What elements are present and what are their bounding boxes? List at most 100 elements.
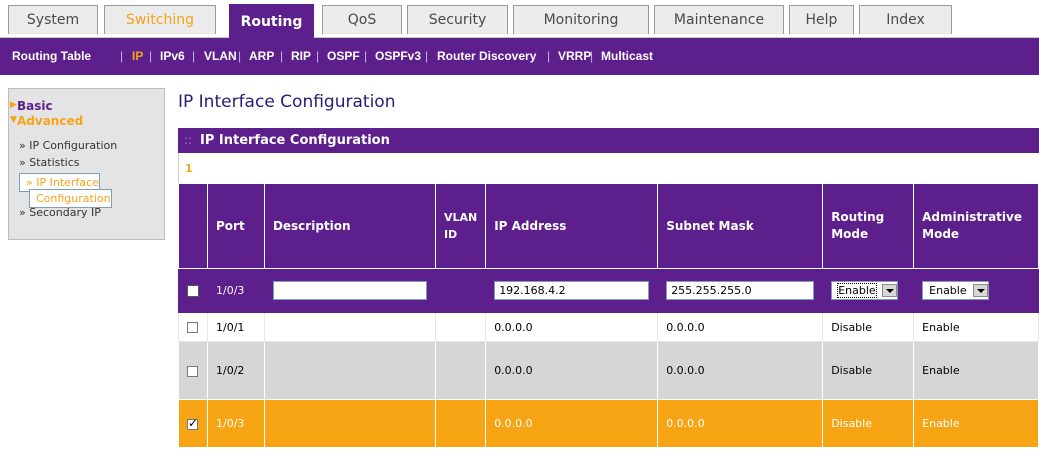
row-ip: 0.0.0.0 — [485, 399, 659, 448]
subnet-mask-input[interactable] — [666, 281, 815, 300]
row-description — [263, 312, 436, 342]
subnav-separator: | — [120, 49, 124, 63]
table-row[interactable]: 1/0/1 0.0.0.0 0.0.0.0 Disable Enable — [178, 312, 1039, 342]
dropdown-arrow-icon[interactable] — [972, 284, 988, 297]
subnav-separator: | — [192, 49, 196, 63]
edit-select-cell — [178, 268, 208, 313]
nav-secondary-ip[interactable]: » Secondary IP — [19, 206, 101, 219]
header-admin-line1: Administrative — [922, 210, 1022, 224]
subnav-ip[interactable]: IP — [132, 38, 143, 75]
header-routing-line2: Mode — [831, 227, 869, 241]
subnav-separator: | — [316, 49, 320, 63]
collapsed-marker-icon: ▶ — [10, 100, 17, 110]
header-vlan-line2: ID — [443, 228, 458, 241]
table-row-selected[interactable]: 1/0/3 0.0.0.0 0.0.0.0 Disable Enable — [178, 399, 1039, 448]
subnav-separator: | — [590, 49, 594, 63]
panel-title: IP Interface Configuration — [200, 133, 390, 148]
subnav-ospfv3[interactable]: OSPFv3 — [375, 38, 421, 75]
header-admin-line2: Mode — [922, 227, 960, 241]
description-input[interactable] — [272, 281, 427, 300]
ip-address-input[interactable] — [494, 281, 650, 300]
edit-mask-cell — [657, 268, 824, 313]
grip-icon: :: — [184, 133, 193, 147]
edit-description-cell — [263, 268, 436, 313]
subnav-router-discovery[interactable]: Router Discovery — [437, 38, 536, 75]
tab-system[interactable]: System — [8, 5, 98, 34]
subnav-vrrp[interactable]: VRRP — [558, 38, 591, 75]
row-mask: 0.0.0.0 — [657, 312, 824, 342]
tab-help[interactable]: Help — [789, 5, 854, 34]
subnav-separator: | — [364, 49, 368, 63]
sub-navigation: Routing Table | IP | IPv6 | VLAN | ARP |… — [0, 38, 1039, 75]
edit-admin-cell: Enable — [913, 268, 1039, 313]
expanded-marker-icon: ▼ — [10, 115, 17, 125]
page-title: IP Interface Configuration — [178, 92, 396, 112]
dropdown-arrow-icon[interactable] — [881, 284, 897, 297]
row-select-cell — [178, 341, 208, 400]
row-mask: 0.0.0.0 — [657, 399, 824, 448]
row-checkbox-checked[interactable] — [187, 416, 198, 430]
edit-row-checkbox[interactable] — [187, 285, 199, 297]
routing-mode-select[interactable]: Enable — [831, 281, 898, 300]
row-vlan — [434, 399, 487, 448]
subnav-separator: | — [280, 49, 284, 63]
subnav-separator: | — [238, 49, 242, 63]
tab-qos[interactable]: QoS — [322, 5, 402, 34]
row-admin-mode: Enable — [913, 312, 1039, 342]
tab-maintenance[interactable]: Maintenance — [654, 5, 784, 34]
table-row[interactable]: 1/0/2 0.0.0.0 0.0.0.0 Disable Enable — [178, 341, 1039, 400]
routing-mode-value: Enable — [837, 283, 877, 298]
header-administrative-mode: Administrative Mode — [913, 183, 1039, 269]
page-number[interactable]: 1 — [185, 162, 193, 175]
tab-monitoring[interactable]: Monitoring — [513, 5, 649, 34]
subnav-routing-table[interactable]: Routing Table — [12, 38, 91, 75]
ip-interface-table: Port Description VLAN ID IP Address Subne… — [178, 183, 1039, 448]
row-select-cell — [178, 399, 208, 448]
nav-advanced[interactable]: Advanced — [17, 114, 83, 128]
tab-index[interactable]: Index — [859, 5, 952, 34]
subnav-arp[interactable]: ARP — [249, 38, 274, 75]
row-port: 1/0/1 — [207, 312, 265, 342]
row-description — [263, 341, 436, 400]
subnav-ipv6[interactable]: IPv6 — [160, 38, 185, 75]
row-checkbox[interactable] — [187, 365, 198, 377]
row-vlan — [434, 312, 487, 342]
subnav-separator: | — [149, 49, 153, 63]
header-port: Port — [207, 183, 265, 269]
nav-statistics[interactable]: » Statistics — [19, 156, 80, 169]
subnav-rip[interactable]: RIP — [291, 38, 311, 75]
subnav-ospf[interactable]: OSPF — [327, 38, 360, 75]
edit-ip-cell — [485, 268, 659, 313]
row-vlan — [434, 341, 487, 400]
row-routing-mode: Disable — [822, 341, 915, 400]
edit-port: 1/0/3 — [207, 268, 265, 313]
subnav-separator: | — [547, 49, 551, 63]
tab-security[interactable]: Security — [407, 5, 508, 34]
header-ip-address: IP Address — [485, 183, 659, 269]
top-tabs: System Switching Routing QoS Security Mo… — [0, 0, 1039, 38]
pager: 1 — [178, 153, 1039, 183]
header-select — [178, 183, 208, 269]
header-subnet-mask: Subnet Mask — [657, 183, 824, 269]
tab-switching[interactable]: Switching — [104, 5, 216, 34]
row-checkbox[interactable] — [187, 322, 198, 333]
row-admin-mode: Enable — [913, 341, 1039, 400]
subnav-vlan[interactable]: VLAN — [204, 38, 237, 75]
nav-basic[interactable]: Basic — [17, 99, 53, 113]
administrative-mode-select[interactable]: Enable — [922, 281, 989, 300]
nav-ip-configuration[interactable]: » IP Configuration — [19, 139, 117, 152]
header-description: Description — [263, 183, 436, 269]
row-ip: 0.0.0.0 — [485, 341, 659, 400]
row-admin-mode: Enable — [913, 399, 1039, 448]
row-mask: 0.0.0.0 — [657, 341, 824, 400]
header-routing-mode: Routing Mode — [822, 183, 915, 269]
edit-routing-cell: Enable — [822, 268, 915, 313]
edit-vlan-cell — [434, 268, 487, 313]
administrative-mode-value: Enable — [929, 284, 967, 297]
header-vlan-line1: VLAN — [443, 211, 478, 224]
tab-routing[interactable]: Routing — [229, 4, 314, 38]
header-routing-line1: Routing — [831, 210, 885, 224]
left-navigation: ▶ Basic ▼ Advanced » IP Configuration » … — [8, 88, 165, 240]
row-port: 1/0/2 — [207, 341, 265, 400]
subnav-multicast[interactable]: Multicast — [601, 38, 653, 75]
